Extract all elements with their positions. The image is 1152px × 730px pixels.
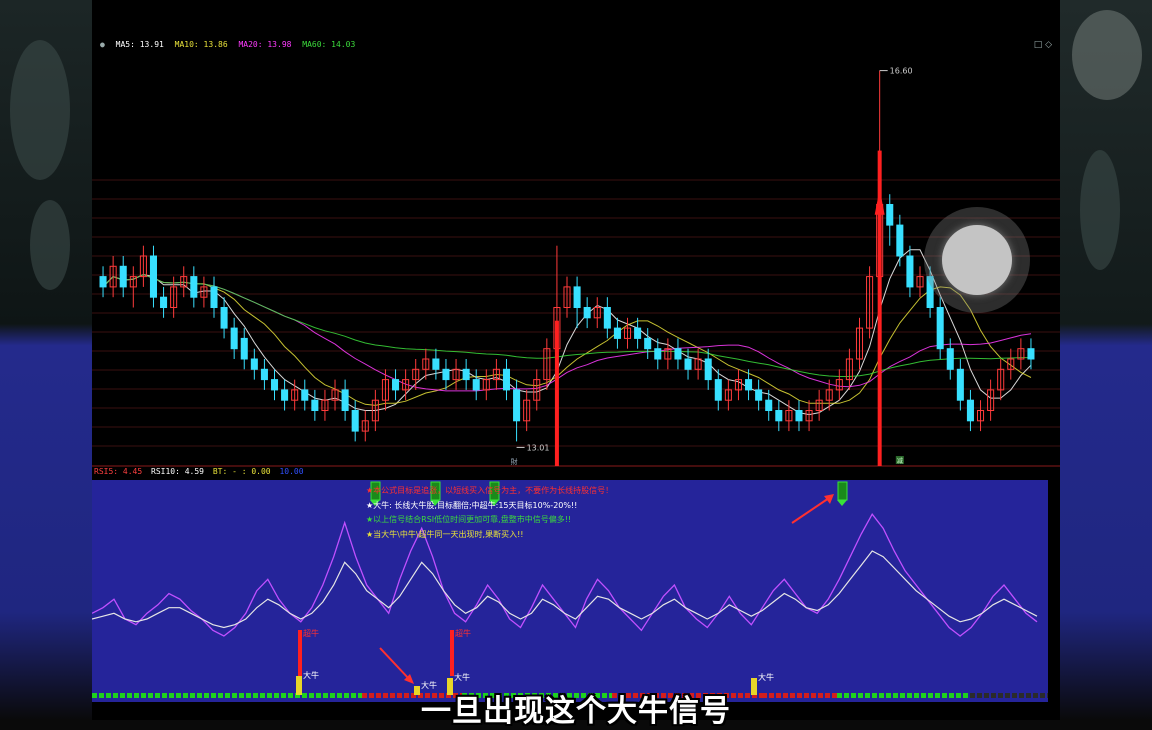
candle-body <box>442 368 450 381</box>
candle-body <box>906 255 914 288</box>
candle-body <box>351 410 359 432</box>
formula-notes: ★本公式目标是追涨，以短线买入信号为主，不要作为长线持股信号！ ★大牛: 长线大… <box>366 484 613 542</box>
candle-body <box>260 368 268 381</box>
candle-body <box>755 389 763 401</box>
event-marker: 財 <box>511 457 518 466</box>
candle-body <box>765 399 773 412</box>
event-marker-2: 减 <box>897 457 903 465</box>
ma5-label: MA5: 13.91 <box>115 40 164 49</box>
annotation-arrow <box>379 647 411 681</box>
touch-indicator-dot <box>942 225 1012 295</box>
note-line-3: ★以上信号结合RSI低位时间更加可靠,盘整市中信号偏多!! <box>366 515 572 524</box>
candle-body <box>775 410 783 422</box>
annotation-arrow <box>791 495 833 524</box>
level-label: 10.00 <box>279 467 304 476</box>
window-controls[interactable]: □ ◇ <box>1034 40 1052 50</box>
note-line-1: ★本公式目标是追涨，以短线买入信号为主，不要作为长线持股信号！ <box>366 486 614 495</box>
candle-body <box>573 286 581 308</box>
ma60-label: MA60: 14.03 <box>302 40 356 49</box>
candlestick-panel: 16.60 13.01 財 减 <box>92 67 1060 467</box>
candle-body <box>472 379 480 391</box>
buy-signal-block <box>837 481 848 501</box>
super-bull-bar <box>298 630 302 676</box>
super-bull-bar <box>450 630 454 676</box>
candle-body <box>966 399 974 422</box>
candle-body <box>613 327 621 339</box>
candle-body <box>270 379 279 391</box>
bt-label: BT: - : 0.00 <box>212 467 271 476</box>
candle-body <box>210 286 218 308</box>
candle-body <box>634 327 642 339</box>
ma20-label: MA20: 13.98 <box>238 40 292 49</box>
super-bull-label: 超牛 <box>303 628 319 638</box>
candle-body <box>513 389 521 422</box>
candle-body <box>704 358 712 381</box>
candle-body <box>886 204 894 226</box>
candle-body <box>644 337 652 350</box>
big-bull-label: 大牛 <box>758 672 774 682</box>
note-line-4: ★当大牛\中牛\超牛同一天出现时,果断买入!! <box>366 529 524 539</box>
big-bull-label: 大牛 <box>454 672 470 682</box>
background-blur-right <box>1060 0 1152 720</box>
candle-body <box>301 389 309 401</box>
candle-body <box>160 296 168 309</box>
background-blur-left <box>0 0 92 720</box>
candle-body <box>956 368 964 401</box>
ma-legend: ● MA5: 13.91 MA10: 13.86 MA20: 13.98 MA6… <box>100 40 361 49</box>
up-arrow-icon <box>874 189 885 215</box>
candle-body <box>230 327 238 350</box>
signal-bar <box>554 320 559 466</box>
rsi5-label: RSI5: 4.45 <box>94 467 143 476</box>
candle-body <box>603 307 611 329</box>
candle-body <box>432 358 440 370</box>
big-bull-label: 大牛 <box>303 670 319 680</box>
candle-body <box>462 368 470 381</box>
candle-body <box>220 307 228 329</box>
candle-body <box>654 348 662 360</box>
candle-body <box>745 379 753 391</box>
candle-body <box>119 265 127 288</box>
candle-body <box>250 358 258 370</box>
legend-dot-icon: ● <box>100 40 105 49</box>
candle-body <box>583 307 591 319</box>
candle-body <box>281 389 289 401</box>
high-price-label: 16.60 <box>890 67 913 76</box>
candle-body <box>1027 348 1035 360</box>
candle-body <box>714 379 722 401</box>
rsi-indicator-panel: 超牛 超牛 大牛 大牛 大牛 大牛 ★本公式目标是追涨，以短线买入信号为主，不要作为长线持… <box>91 480 1052 702</box>
candle-body <box>149 255 157 298</box>
candle-body <box>946 348 954 370</box>
candle-body <box>502 368 511 391</box>
candle-body <box>674 348 682 360</box>
arrow-head-icon <box>824 494 834 504</box>
super-bull-label: 超牛 <box>455 628 471 638</box>
candle-body <box>896 224 904 257</box>
candle-body <box>936 307 944 350</box>
video-subtitle: 一旦出现这个大牛信号 <box>421 694 731 729</box>
candle-body <box>795 410 803 422</box>
candle-body <box>392 379 400 391</box>
down-arrow-icon <box>837 500 847 506</box>
candle-body <box>341 389 349 411</box>
low-price-label: 13.01 <box>527 443 550 452</box>
note-line-2: ★大牛: 长线大牛股,目标翻倍;中超牛:15天目标10%-20%!! <box>366 500 578 510</box>
candle-body <box>311 399 319 412</box>
candle-body <box>684 358 692 370</box>
candle-body <box>99 276 107 288</box>
rsi10-line <box>91 550 1038 629</box>
ma10-label: MA10: 13.86 <box>174 40 228 49</box>
stock-chart-screen: 16.60 13.01 財 减 ● MA5: 13.91 MA10: 13.86 MA… <box>91 0 1060 720</box>
candle-body <box>240 337 248 360</box>
candle-body <box>190 276 198 298</box>
rsi10-label: RSI10: 4.59 <box>151 467 204 476</box>
rsi-legend: RSI5: 4.45 RSI10: 4.59 BT: - : 0.00 10.0… <box>94 467 308 476</box>
